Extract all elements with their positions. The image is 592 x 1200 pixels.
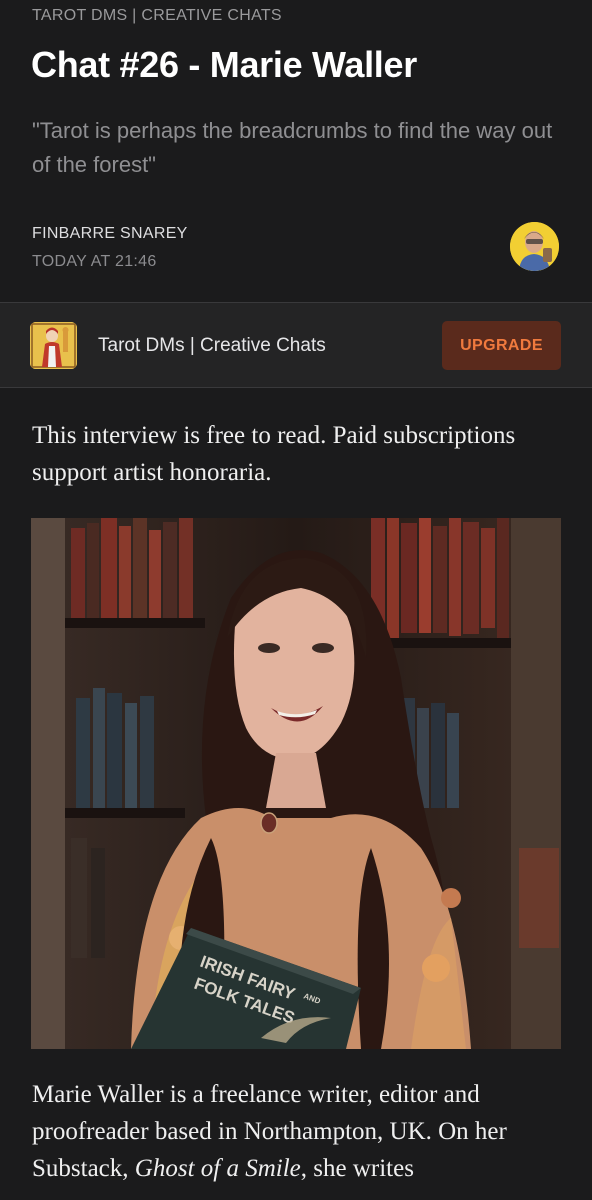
publication-name[interactable]: Tarot DMs | Creative Chats (98, 335, 326, 357)
author-name[interactable]: FINBARRE SNAREY (32, 225, 188, 243)
article-photo[interactable]: IRISH FAIRY AND FOLK TALES (31, 518, 561, 1049)
publication-logo[interactable] (30, 322, 77, 369)
post-subtitle: "Tarot is perhaps the breadcrumbs to fin… (32, 118, 553, 177)
tarot-card-logo-icon (30, 322, 77, 369)
author-avatar[interactable] (510, 222, 559, 271)
portrait-photo: IRISH FAIRY AND FOLK TALES (31, 518, 561, 1049)
post-kicker[interactable]: TAROT DMS | CREATIVE CHATS (32, 7, 282, 25)
intro-paragraph: This interview is free to read. Paid sub… (32, 422, 516, 486)
post-title: Chat #26 - Marie Waller (31, 44, 417, 85)
bio-paragraph: Marie Waller is a freelance writer, edit… (32, 1076, 562, 1187)
post-date: TODAY AT 21:46 (32, 253, 157, 270)
publication-bar[interactable]: Tarot DMs | Creative Chats UPGRADE (0, 302, 592, 388)
avatar-image (510, 222, 559, 271)
substack-name[interactable]: Ghost of a Smile (135, 1155, 301, 1182)
upgrade-button[interactable]: UPGRADE (442, 321, 561, 370)
bio-text-end: , she writes (300, 1155, 414, 1182)
